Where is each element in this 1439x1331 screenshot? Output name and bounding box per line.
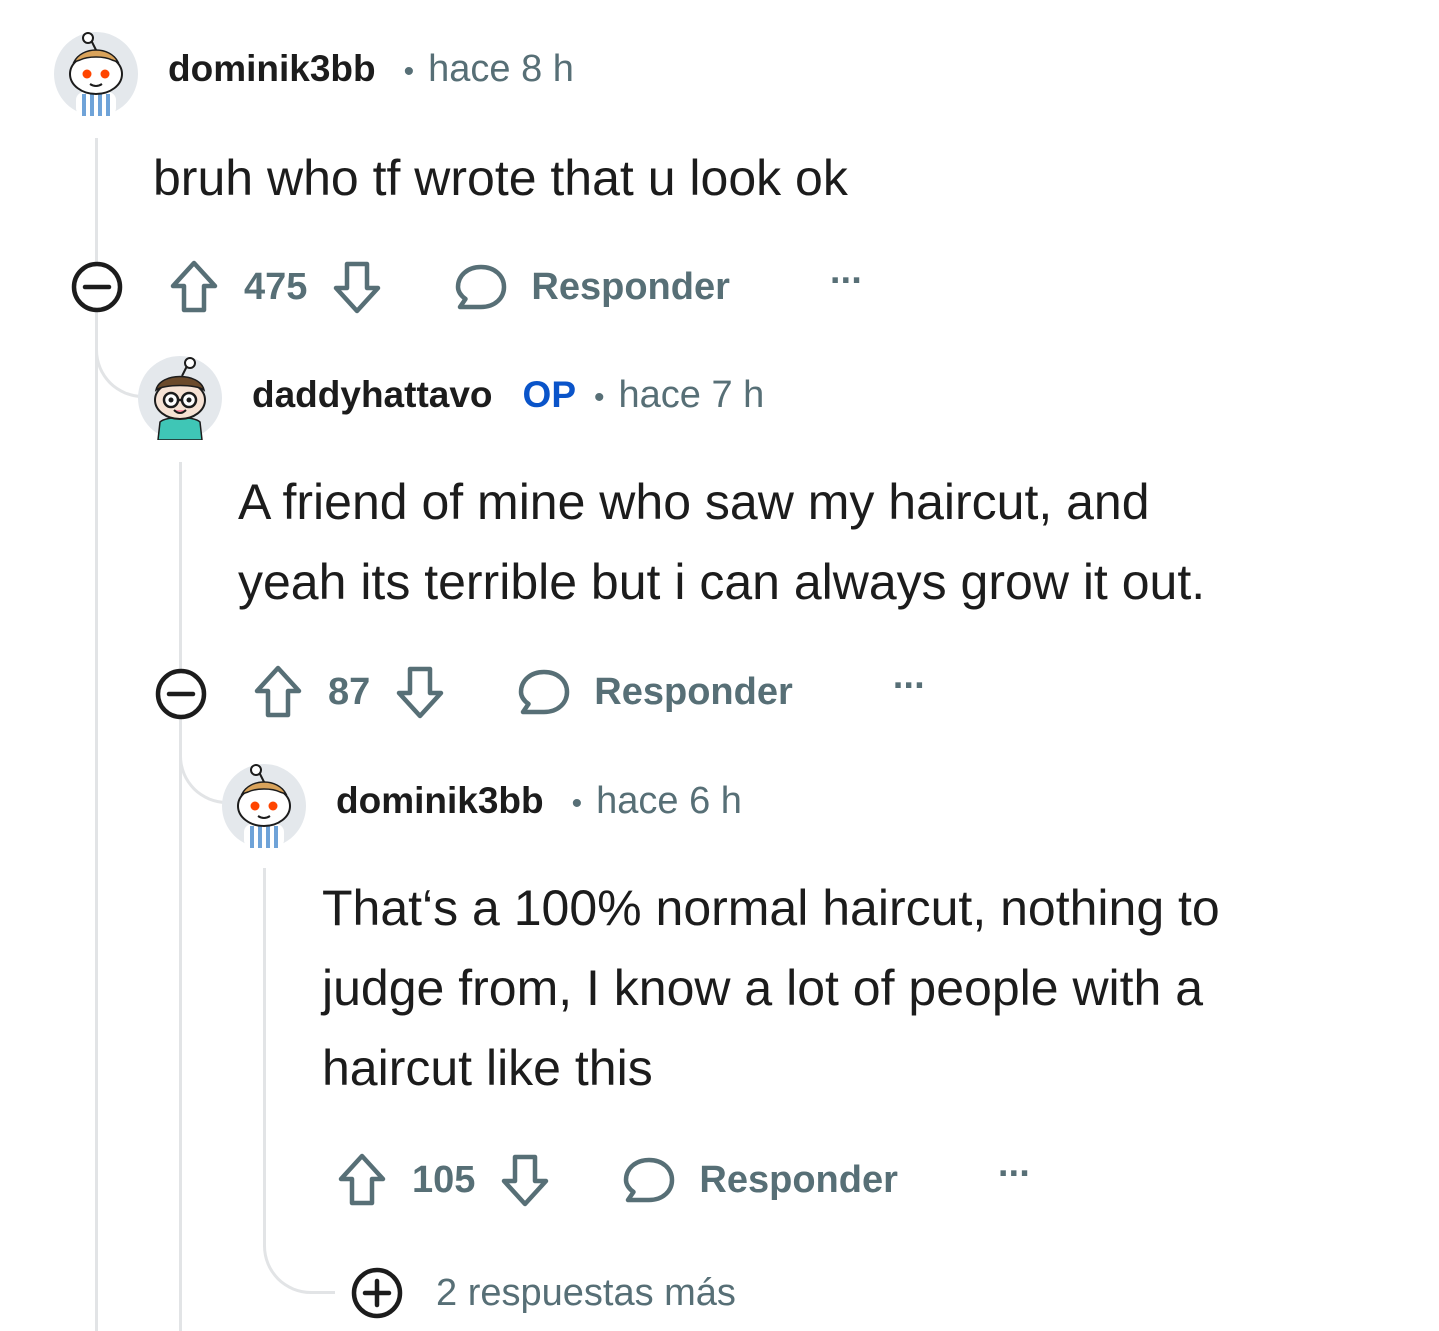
thread-connector	[263, 1208, 335, 1294]
timestamp[interactable]: hace 6 h	[596, 780, 742, 823]
more-options-button[interactable]: ···	[830, 260, 864, 303]
comment-body: A friend of mine who saw my haircut, and…	[238, 462, 1205, 622]
snoo-avatar-icon	[222, 764, 306, 848]
username[interactable]: dominik3bb	[336, 780, 544, 822]
minus-circle-icon	[154, 667, 208, 721]
comment-text-line: judge from, I know a lot of people with …	[322, 960, 1204, 1016]
upvote-icon[interactable]	[168, 258, 220, 316]
minus-circle-icon	[70, 260, 124, 314]
more-options-button[interactable]: ···	[893, 665, 927, 708]
upvote-icon[interactable]	[336, 1151, 388, 1209]
vote-score: 105	[412, 1158, 476, 1201]
more-replies-link[interactable]: 2 respuestas más	[350, 1266, 736, 1320]
vote-score: 87	[328, 670, 371, 713]
meta-separator: •	[594, 381, 605, 414]
meta-separator: •	[403, 55, 415, 88]
comment-text-line: haircut like this	[322, 1040, 653, 1096]
comment-meta: dominik3bb • hace 8 h	[168, 48, 574, 91]
comment-text-line: That‘s a 100% normal haircut, nothing to	[322, 880, 1220, 936]
snoo-avatar-icon	[138, 356, 222, 440]
comment-actions: 87 Responder ···	[252, 662, 927, 722]
thread-connector	[95, 312, 143, 398]
timestamp[interactable]: hace 8 h	[428, 48, 574, 91]
reply-bubble-icon	[516, 664, 572, 720]
vote-score: 475	[244, 265, 308, 308]
reply-label: Responder	[699, 1158, 898, 1201]
more-replies-label: 2 respuestas más	[436, 1271, 736, 1314]
comment-meta: daddyhattavo OP • hace 7 h	[252, 374, 764, 417]
user-avatar[interactable]	[138, 356, 222, 440]
reply-button[interactable]: Responder	[516, 664, 793, 720]
reply-bubble-icon	[621, 1152, 677, 1208]
thread-line-level-1	[95, 138, 98, 264]
reply-button[interactable]: Responder	[453, 259, 730, 315]
op-badge: OP	[522, 374, 577, 415]
comment-actions: 475 Responder ···	[168, 257, 864, 317]
snoo-avatar-icon	[54, 32, 138, 116]
comment-text: bruh who tf wrote that u look ok	[153, 150, 848, 206]
comment-body: That‘s a 100% normal haircut, nothing to…	[322, 868, 1220, 1108]
reply-label: Responder	[531, 265, 730, 308]
comment-actions: 105 Responder ···	[336, 1150, 1032, 1210]
more-options-button[interactable]: ···	[998, 1153, 1032, 1196]
reply-bubble-icon	[453, 259, 509, 315]
user-avatar[interactable]	[222, 764, 306, 848]
comment-text-line: yeah its terrible but i can always grow …	[238, 554, 1206, 610]
collapse-button[interactable]	[70, 260, 124, 314]
thread-line-level-1	[95, 312, 98, 1331]
downvote-icon[interactable]	[499, 1151, 551, 1209]
username[interactable]: dominik3bb	[168, 48, 376, 90]
comment-body: bruh who tf wrote that u look ok	[153, 138, 848, 218]
reply-button[interactable]: Responder	[621, 1152, 898, 1208]
downvote-icon[interactable]	[331, 258, 383, 316]
comment-text-line: A friend of mine who saw my haircut, and	[238, 474, 1150, 530]
username[interactable]: daddyhattavo	[252, 374, 493, 416]
collapse-button[interactable]	[154, 667, 208, 721]
timestamp[interactable]: hace 7 h	[619, 374, 765, 417]
reply-label: Responder	[594, 670, 793, 713]
plus-circle-icon	[350, 1266, 404, 1320]
upvote-icon[interactable]	[252, 663, 304, 721]
thread-line-level-3	[263, 868, 266, 1208]
meta-separator: •	[571, 787, 583, 820]
thread-line-level-2	[179, 718, 182, 1331]
downvote-icon[interactable]	[394, 663, 446, 721]
comment-meta: dominik3bb • hace 6 h	[336, 780, 742, 823]
user-avatar[interactable]	[54, 32, 138, 116]
thread-line-level-2	[179, 462, 182, 670]
thread-connector	[179, 718, 227, 804]
